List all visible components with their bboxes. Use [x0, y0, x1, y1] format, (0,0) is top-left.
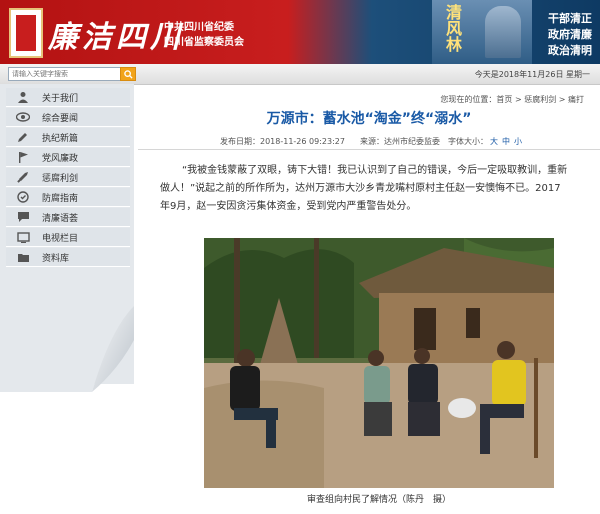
font-size-label: 字体大小： [448, 137, 488, 146]
font-size-small[interactable]: 小 [514, 136, 522, 147]
search-button[interactable] [120, 67, 136, 81]
search-input[interactable] [8, 67, 126, 81]
sidebar-item-tv[interactable]: 电视栏目 [6, 228, 130, 247]
sidebar-item-label: 资料库 [42, 253, 70, 264]
chat-icon [16, 210, 30, 224]
sidebar-item-guide[interactable]: 防腐指南 [6, 188, 130, 207]
statue-image [485, 6, 521, 58]
sword-icon [16, 170, 30, 184]
font-size-medium[interactable]: 中 [502, 136, 510, 147]
sidebar-item-label: 清廉语荟 [42, 213, 79, 224]
slogan-line1: 干部清正 [548, 12, 592, 25]
sidebar-item-label: 综合要闻 [42, 113, 79, 124]
emblem-logo [9, 8, 43, 58]
sidebar-item-party[interactable]: 党风廉政 [6, 148, 130, 167]
sidebar-item-label: 党风廉政 [42, 153, 79, 164]
sidebar-item-label: 关于我们 [42, 93, 79, 104]
article-body: “我被金钱蒙蔽了双眼，铸下大错！我已认识到了自己的错误，今后一定吸取教训，重新做… [160, 165, 568, 212]
banner-text: 清风林 [443, 4, 462, 52]
photo-caption: 审查组向村民了解情况（陈丹 摄） [306, 495, 451, 505]
sidebar-item-discipline[interactable]: 执纪新篇 [6, 128, 130, 147]
article-title: 万源市：蓄水池“淘金”终“溺水” [266, 111, 472, 127]
folder-icon [16, 250, 30, 264]
sidebar-item-label: 电视栏目 [42, 233, 79, 244]
breadcrumb: 您现在的位置：首页 > 惩腐利剑 > 痛打 [440, 95, 584, 104]
sidebar-item-label: 执纪新篇 [42, 133, 79, 144]
slogan-line2: 政府清廉 [548, 28, 592, 41]
sidebar-item-about[interactable]: 关于我们 [6, 88, 130, 107]
shield-icon [16, 190, 30, 204]
font-size-large[interactable]: 大 [490, 136, 498, 147]
search-bar: 今天是2018年11月26日 星期一 [0, 64, 600, 85]
article-meta: 发布日期：2018-11-26 09:23:27 来源：达州市纪委监委 字体大小… [138, 136, 600, 150]
org-name-line2: 四川省监察委员会 [164, 37, 244, 48]
sidebar-item-anticorruption[interactable]: 惩腐利剑 [6, 168, 130, 187]
sidebar-item-label: 防腐指南 [42, 193, 79, 204]
article-photo [204, 238, 554, 488]
pen-icon [16, 130, 30, 144]
current-date: 今天是2018年11月26日 星期一 [474, 70, 590, 79]
sidebar-item-news[interactable]: 综合要闻 [6, 108, 130, 127]
eye-icon [16, 110, 30, 124]
tv-icon [16, 230, 30, 244]
slogan-line3: 政治清明 [548, 44, 592, 57]
article-source: 来源：达州市纪委监委 [360, 137, 440, 146]
site-header: 廉洁四川 中共四川省纪委 四川省监察委员会 清风林 干部清正 政府清廉 政治清明 [0, 0, 600, 64]
publish-date: 发布日期：2018-11-26 09:23:27 [220, 137, 345, 146]
person-icon [16, 90, 30, 104]
flag-icon [16, 150, 30, 164]
org-name-line1: 中共四川省纪委 [164, 22, 234, 33]
search-icon [124, 70, 133, 79]
sidebar-item-quotes[interactable]: 清廉语荟 [6, 208, 130, 227]
page-curl-decoration [0, 300, 134, 392]
sidebar-item-library[interactable]: 资料库 [6, 248, 130, 267]
sidebar-item-label: 惩腐利剑 [42, 173, 79, 184]
